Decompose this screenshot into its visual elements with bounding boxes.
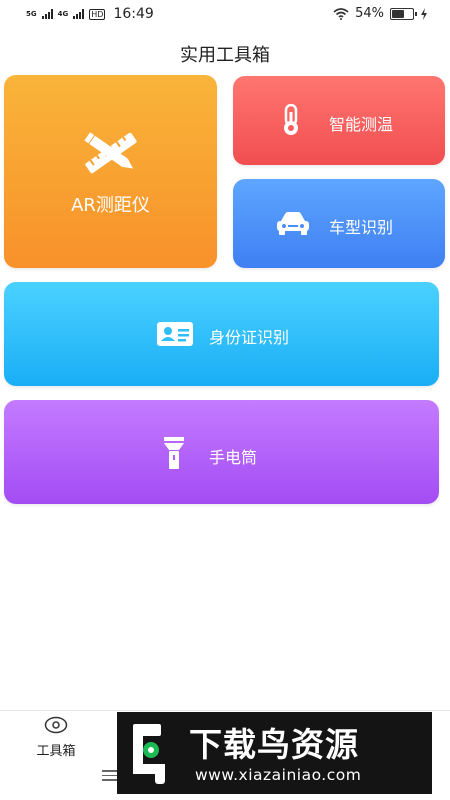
battery-icon — [390, 7, 417, 20]
tab-toolbox-label: 工具箱 — [36, 744, 76, 759]
ar-measure-card[interactable]: AR测距仪 — [4, 75, 217, 268]
signal-4g-label: 4G — [57, 9, 69, 18]
watermark-banner: 下载鸟资源 www.xiazainiao.com — [117, 712, 432, 794]
signal-bars-icon — [41, 9, 53, 19]
hd-badge: HD — [89, 8, 106, 20]
pencil-ruler-icon — [83, 131, 137, 173]
eye-icon — [44, 716, 68, 734]
smart-temperature-label: 智能测温 — [329, 115, 394, 134]
page-title: 实用工具箱 — [180, 45, 270, 66]
ar-measure-label: AR测距仪 — [71, 194, 150, 216]
car-icon — [277, 212, 309, 235]
flashlight-card[interactable]: 手电筒 — [4, 400, 439, 504]
flashlight-label: 手电筒 — [209, 448, 258, 467]
signal-bars-icon-2 — [73, 9, 85, 19]
watermark-title: 下载鸟资源 — [189, 725, 359, 764]
wifi-icon — [333, 7, 349, 20]
car-recognition-card[interactable]: 车型识别 — [233, 179, 445, 268]
charging-icon — [421, 7, 427, 20]
id-card-recognition-card[interactable]: 身份证识别 — [4, 282, 439, 386]
car-recognition-label: 车型识别 — [329, 218, 394, 237]
watermark-url: www.xiazainiao.com — [195, 766, 362, 784]
tab-toolbox[interactable]: 工具箱 — [28, 716, 84, 759]
id-card-icon — [157, 322, 193, 346]
bottom-nav-divider — [0, 710, 450, 711]
flashlight-icon — [164, 437, 184, 469]
watermark-logo — [133, 724, 165, 784]
id-card-recognition-label: 身份证识别 — [209, 328, 290, 347]
status-right: 54% — [333, 6, 428, 21]
battery-percent: 54% — [355, 6, 384, 21]
signal-5g-label: 5G — [26, 9, 37, 18]
status-bar: 5G 4G HD 16:49 54% — [0, 0, 450, 28]
status-left: 5G 4G HD 16:49 — [26, 6, 154, 22]
smart-temperature-card[interactable]: 智能测温 — [233, 76, 445, 165]
status-time: 16:49 — [113, 6, 154, 22]
thermometer-icon — [284, 104, 298, 135]
menu-icon[interactable] — [102, 770, 118, 784]
